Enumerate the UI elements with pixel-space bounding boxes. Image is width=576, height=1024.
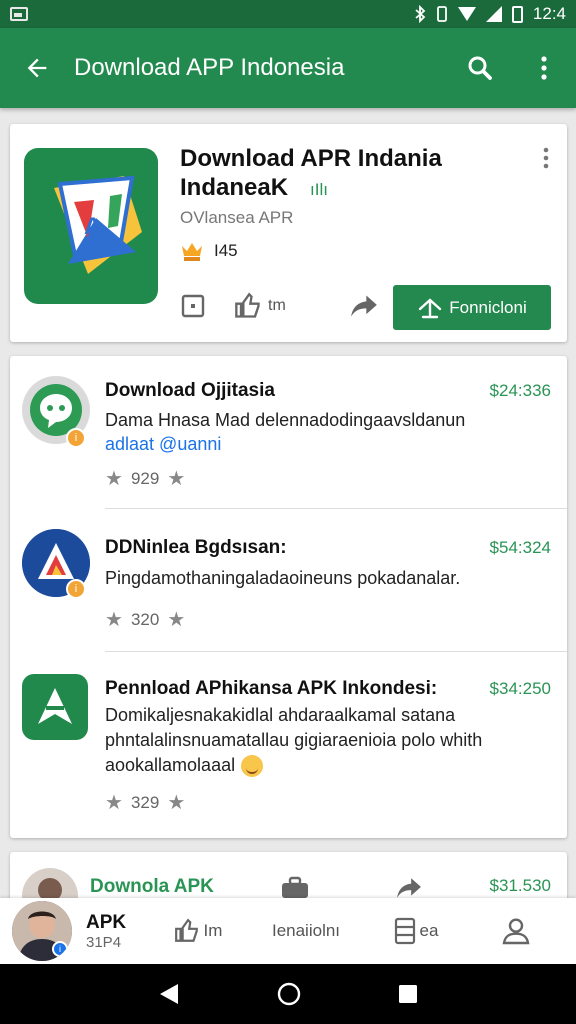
nav-item-download[interactable]: Ienaiiolnı [246, 921, 366, 941]
item-rating: ★ 929 ★ [105, 466, 185, 491]
profile-name: APK [86, 911, 127, 933]
bottom-nav: i APK 31P4 Im Ienaiiolnı ea [0, 898, 576, 964]
bluetooth-icon [415, 5, 426, 23]
item-price: $54:324 [489, 538, 551, 557]
play-app-icon [22, 674, 88, 740]
star-icon: ★ [105, 792, 123, 814]
item-title: Download Ojjitasia [105, 380, 275, 401]
share-icon [350, 295, 377, 317]
item-description: Pingdamothaningaladaoineuns pokadanalar. [105, 568, 461, 588]
share-button[interactable] [350, 293, 378, 319]
status-icons: 12:4 [414, 4, 566, 24]
briefcase-icon[interactable] [280, 876, 310, 900]
app-rating: I45 [180, 240, 238, 262]
profile-sub: 31P4 [86, 933, 122, 951]
signal-icon [485, 6, 502, 22]
system-nav-bar [0, 964, 576, 1024]
avatar: i [12, 901, 72, 961]
item-title: Downola APK [90, 876, 214, 897]
item-price: $24:336 [489, 381, 551, 400]
developer-name[interactable]: OVlansea APR [180, 208, 293, 228]
item-link[interactable]: adlaat @uanni [105, 434, 221, 455]
install-label: Fonnicloni [449, 297, 527, 317]
badge-icon: i [66, 579, 86, 599]
status-time: 12:4 [532, 4, 566, 23]
battery-icon [511, 5, 523, 23]
search-icon [468, 56, 492, 80]
search-button[interactable] [448, 28, 512, 108]
star-icon: ★ [167, 792, 186, 814]
nav-label: Im [203, 921, 223, 940]
app-title-line1: Download APR Indania [180, 145, 442, 172]
item-description: Domikaljesnakakidlal ahdaraalkamal satan… [105, 703, 551, 778]
item-description: Dama Hnasa Mad delennadodingaavsldanun [105, 410, 466, 430]
rating-count: 929 [130, 468, 160, 488]
item-rating: ★ 320 ★ [105, 607, 185, 632]
star-icon: ★ [167, 609, 186, 631]
likes-count: tm [268, 297, 286, 314]
verified-icon: ıIlı [310, 180, 328, 199]
app-title: Download APR Indania IndaneaK ıIlı [180, 144, 500, 204]
badge-icon: i [66, 428, 86, 448]
profile-nav-item[interactable]: i APK 31P4 [0, 901, 150, 961]
item-price: $34:250 [489, 679, 551, 698]
star-icon: ★ [105, 609, 123, 631]
item-title: Pennload APhikansa APK Inkondesi: [105, 678, 438, 699]
list-item[interactable]: i Download Ojjitasia $24:336 Dama Hnasa … [10, 356, 567, 508]
rating-count: 329 [130, 792, 160, 812]
vibrate-icon [437, 6, 447, 22]
back-button[interactable] [0, 28, 74, 108]
home-nav-icon[interactable] [277, 982, 301, 1006]
item-description-text: Domikaljesnakakidlal ahdaraalkamal satan… [105, 705, 483, 775]
thumb-up-icon [174, 918, 198, 942]
wifi-icon [457, 7, 476, 21]
nav-item-likes[interactable]: Im [150, 918, 246, 944]
square-icon [181, 294, 205, 318]
like-button[interactable]: tm [234, 292, 286, 320]
back-nav-icon[interactable] [158, 982, 180, 1006]
app-list: i Download Ojjitasia $24:336 Dama Hnasa … [10, 356, 567, 838]
star-icon: ★ [105, 468, 123, 490]
featured-app-card[interactable]: A Download APR Indania IndaneaK ıIlı OVla… [10, 124, 567, 342]
download-icon [419, 297, 442, 318]
bookmark-button[interactable] [180, 293, 206, 319]
more-vert-icon [541, 56, 547, 80]
app-bar-title: Download APP Indonesia [74, 54, 345, 81]
thumb-up-icon [235, 292, 260, 318]
overflow-menu-button[interactable] [512, 28, 576, 108]
notification-icon [10, 7, 28, 21]
rating-value: I45 [214, 241, 238, 260]
smile-emoji-icon [241, 755, 264, 778]
nav-item-account[interactable] [466, 915, 566, 947]
crown-icon [182, 243, 202, 261]
list-item[interactable]: Pennload APhikansa APK Inkondesi: $34:25… [10, 652, 567, 838]
card-overflow-button[interactable] [539, 146, 553, 170]
app-logo-icon: A [24, 148, 158, 304]
arrow-back-icon [27, 58, 47, 78]
item-price: $31.530 [489, 876, 551, 895]
nav-label: ea [419, 921, 439, 940]
star-icon: ★ [167, 468, 186, 490]
nav-label: Ienaiiolnı [271, 921, 341, 940]
card-actions: tm [180, 292, 378, 320]
svg-text:A: A [84, 213, 101, 240]
item-title: DDNinlea Bgdsısan: [105, 537, 287, 558]
profile-info: APK 31P4 [86, 912, 126, 951]
share-icon[interactable] [396, 876, 422, 900]
status-bar: 12:4 [0, 0, 576, 28]
item-rating: ★ 329 ★ [105, 790, 185, 815]
app-bar: Download APP Indonesia [0, 28, 576, 108]
more-vert-icon [543, 147, 549, 169]
person-icon [502, 918, 530, 945]
badge-icon: i [52, 941, 68, 957]
recents-nav-icon[interactable] [398, 984, 418, 1004]
rating-count: 320 [130, 609, 160, 629]
library-icon [394, 917, 415, 945]
install-button[interactable]: Fonnicloni [393, 285, 551, 330]
app-title-line2: IndaneaK [180, 174, 289, 201]
nav-item-library[interactable]: ea [366, 917, 466, 945]
list-item[interactable]: i DDNinlea Bgdsısan: $54:324 Pingdamotha… [10, 509, 567, 651]
